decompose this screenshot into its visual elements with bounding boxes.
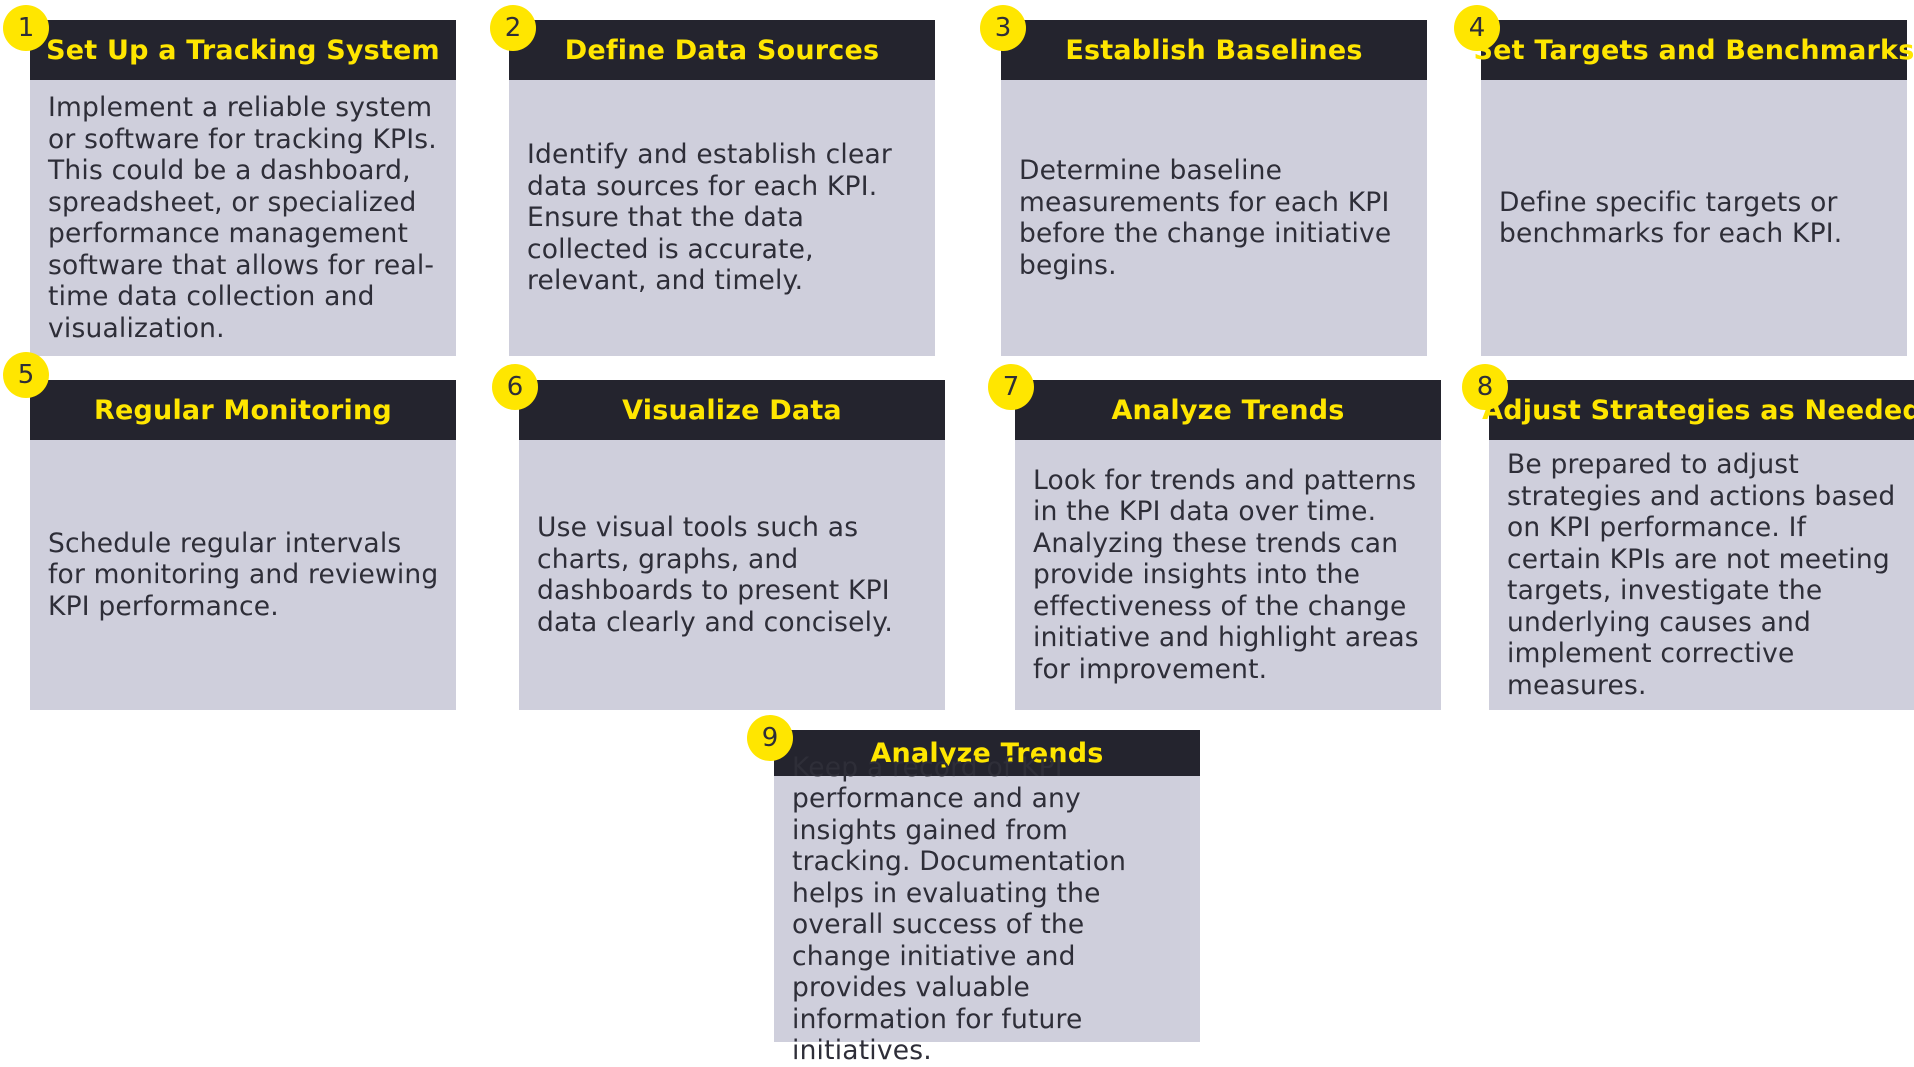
step-card-9: Analyze Trends Keep a record of KPI perf… bbox=[774, 730, 1200, 1067]
step-card-8: Adjust Strategies as Needed Be prepared … bbox=[1482, 380, 1914, 710]
step-header-6: Visualize Data bbox=[519, 380, 945, 440]
step-description-3: Determine baseline measurements for each… bbox=[1019, 155, 1392, 281]
step-title-4: Set Targets and Benchmarks bbox=[1473, 34, 1914, 66]
step-body-1: Implement a reliable system or software … bbox=[48, 80, 442, 356]
step-number-badge-1: 1 bbox=[3, 5, 49, 51]
step-title-2: Define Data Sources bbox=[564, 34, 880, 66]
step-title-5: Regular Monitoring bbox=[94, 394, 392, 426]
step-title-6: Visualize Data bbox=[622, 394, 842, 426]
step-description-7: Look for trends and patterns in the KPI … bbox=[1033, 464, 1419, 685]
step-number-badge-8: 8 bbox=[1462, 364, 1508, 410]
step-number-badge-5: 5 bbox=[3, 352, 49, 398]
step-body-5: Schedule regular intervals for monitorin… bbox=[48, 440, 442, 710]
step-description-8: Be prepared to adjust strategies and act… bbox=[1507, 449, 1896, 701]
step-title-7: Analyze Trends bbox=[1111, 394, 1345, 426]
step-title-3: Establish Baselines bbox=[1065, 34, 1363, 66]
step-title-1: Set Up a Tracking System bbox=[46, 34, 440, 66]
step-number-badge-3: 3 bbox=[980, 5, 1026, 51]
step-header-2: Define Data Sources bbox=[509, 20, 935, 80]
step-title-8: Adjust Strategies as Needed bbox=[1482, 394, 1914, 426]
step-description-4: Define specific targets or benchmarks fo… bbox=[1499, 186, 1843, 250]
step-card-1: Set Up a Tracking System Implement a rel… bbox=[30, 20, 456, 356]
step-card-2: Define Data Sources Identify and establi… bbox=[509, 20, 935, 356]
step-header-5: Regular Monitoring bbox=[30, 380, 456, 440]
step-header-4: Set Targets and Benchmarks bbox=[1474, 20, 1914, 80]
step-number-badge-2: 2 bbox=[490, 5, 536, 51]
step-description-1: Implement a reliable system or software … bbox=[48, 92, 437, 344]
step-header-8: Adjust Strategies as Needed bbox=[1482, 380, 1914, 440]
step-header-3: Establish Baselines bbox=[1001, 20, 1427, 80]
step-card-5: Regular Monitoring Schedule regular inte… bbox=[30, 380, 456, 710]
step-number-badge-9: 9 bbox=[747, 715, 793, 761]
step-body-4: Define specific targets or benchmarks fo… bbox=[1499, 80, 1893, 356]
step-number-badge-4: 4 bbox=[1454, 5, 1500, 51]
step-body-3: Determine baseline measurements for each… bbox=[1019, 80, 1413, 356]
step-body-7: Look for trends and patterns in the KPI … bbox=[1033, 440, 1427, 710]
step-card-6: Visualize Data Use visual tools such as … bbox=[519, 380, 945, 710]
step-body-6: Use visual tools such as charts, graphs,… bbox=[537, 440, 931, 710]
step-description-5: Schedule regular intervals for monitorin… bbox=[48, 527, 439, 622]
step-number-badge-7: 7 bbox=[988, 364, 1034, 410]
step-header-1: Set Up a Tracking System bbox=[30, 20, 456, 80]
step-description-9: Keep a record of KPI performance and any… bbox=[792, 751, 1127, 1067]
step-body-8: Be prepared to adjust strategies and act… bbox=[1507, 440, 1901, 710]
step-card-3: Establish Baselines Determine baseline m… bbox=[1001, 20, 1427, 356]
step-header-7: Analyze Trends bbox=[1015, 380, 1441, 440]
step-card-4: Set Targets and Benchmarks Define specif… bbox=[1474, 20, 1914, 356]
step-number-badge-6: 6 bbox=[492, 364, 538, 410]
step-description-6: Use visual tools such as charts, graphs,… bbox=[537, 512, 893, 638]
step-description-2: Identify and establish clear data source… bbox=[527, 139, 893, 297]
step-body-2: Identify and establish clear data source… bbox=[527, 80, 921, 356]
step-card-7: Analyze Trends Look for trends and patte… bbox=[1015, 380, 1441, 710]
step-body-9: Keep a record of KPI performance and any… bbox=[792, 752, 1186, 1067]
